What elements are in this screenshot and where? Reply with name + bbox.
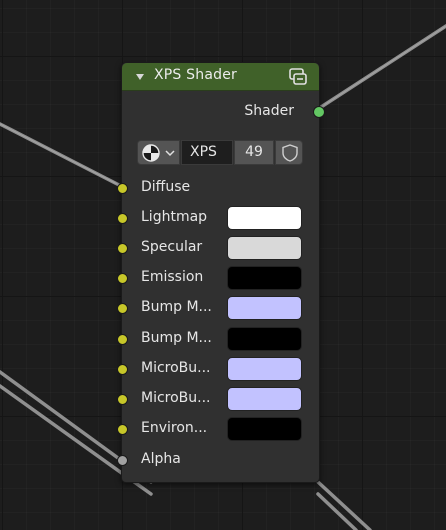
material-datablock-selector[interactable]: XPS 49 [137,140,303,165]
color-swatch[interactable] [227,357,302,381]
input-row: Diffuse [117,176,319,202]
input-label: Lightmap [141,209,208,225]
input-socket[interactable] [117,364,128,375]
color-swatch[interactable] [227,327,302,351]
output-socket-shader[interactable] [313,106,325,118]
input-label: Environ... [141,420,208,436]
output-label-shader: Shader [244,103,294,119]
chevron-down-icon [165,150,175,157]
input-socket[interactable] [117,455,128,466]
input-label: Specular [141,239,203,255]
input-label: Bump M... [141,299,212,315]
xps-shader-node[interactable]: XPS Shader Shader XPS 49 Diffuse Lightma… [117,62,325,483]
color-swatch[interactable] [227,266,302,290]
material-sphere-icon [142,144,160,162]
input-row: Emission [117,266,319,292]
input-label: Emission [141,269,204,285]
input-socket[interactable] [117,424,128,435]
input-socket[interactable] [117,213,128,224]
input-row: Specular [117,236,319,262]
input-socket[interactable] [117,394,128,405]
input-row: Alpha [117,448,319,474]
fake-user-toggle[interactable] [275,140,303,165]
input-socket[interactable] [117,273,128,284]
input-row: Lightmap [117,206,319,232]
input-label: Bump M... [141,330,212,346]
color-swatch[interactable] [227,296,302,320]
color-swatch[interactable] [227,236,302,260]
input-label: MicroBu... [141,390,211,406]
input-row: Bump M... [117,327,319,353]
input-row: MicroBu... [117,357,319,383]
shield-icon [282,144,298,162]
color-swatch[interactable] [227,387,302,411]
material-browse-button[interactable] [137,140,180,165]
color-swatch[interactable] [227,206,302,230]
input-label: Alpha [141,451,181,467]
color-swatch[interactable] [227,417,302,441]
node-title: XPS Shader [154,67,237,83]
material-name-field[interactable]: XPS [181,140,233,165]
input-label: Diffuse [141,179,191,195]
material-users-count[interactable]: 49 [234,140,274,165]
input-row: MicroBu... [117,387,319,413]
input-row: Bump M... [117,296,319,322]
input-label: MicroBu... [141,360,211,376]
input-socket[interactable] [117,243,128,254]
triangle-down-icon[interactable] [135,72,145,82]
node-group-icon[interactable] [288,68,308,86]
input-socket[interactable] [117,183,128,194]
input-socket[interactable] [117,303,128,314]
node-header[interactable]: XPS Shader [122,63,319,91]
input-row: Environ... [117,417,319,443]
input-socket[interactable] [117,334,128,345]
